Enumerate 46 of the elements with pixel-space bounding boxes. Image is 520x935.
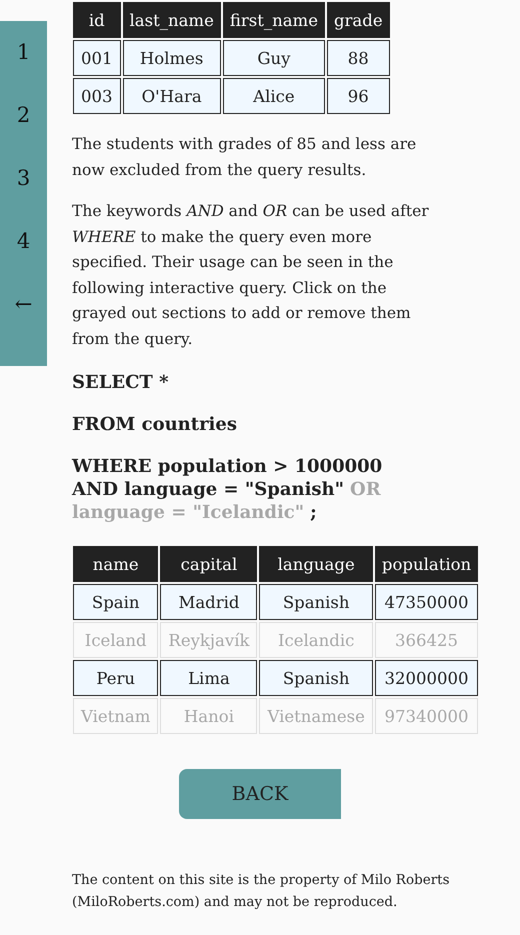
query-clause[interactable]: ; — [310, 501, 317, 524]
table-cell: Alice — [222, 78, 325, 114]
column-header: capital — [160, 546, 258, 582]
table-cell: 32000000 — [374, 660, 478, 696]
back-button[interactable]: BACK — [179, 769, 341, 819]
table-cell: Holmes — [122, 40, 221, 76]
paragraph-text: The keywords AND and OR can be used after WHERE to make the query even more specified. Their usage can be seen in the following interactive query. Click on the grayed out sections to add or remove them from the query. — [72, 201, 430, 350]
table-cell: Spain — [73, 584, 158, 620]
column-header: language — [259, 546, 373, 582]
column-header: id — [73, 2, 120, 38]
sidebar-link[interactable]: 2 — [0, 102, 47, 165]
sidebar-link[interactable]: 1 — [0, 39, 47, 102]
table-cell: 001 — [73, 40, 120, 76]
table-cell: 003 — [73, 78, 120, 114]
table-cell: Guy — [222, 40, 325, 76]
column-header: name — [73, 546, 158, 582]
column-header: grade — [326, 2, 390, 38]
table-cell: O'Hara — [122, 78, 221, 114]
sidebar-link[interactable]: 3 — [0, 165, 47, 228]
sidebar-link[interactable]: ← — [0, 291, 47, 354]
table-cell: Vietnamese — [259, 698, 373, 734]
table-cell: Peru — [73, 660, 158, 696]
table-cell: 88 — [326, 40, 390, 76]
table-cell: 96 — [326, 78, 390, 114]
column-header: first_name — [222, 2, 325, 38]
table-cell: Reykjavík — [160, 622, 258, 658]
paragraph-text: The students with grades of 85 and less are now excluded from the query results. — [72, 134, 418, 180]
query-clause[interactable]: FROM countries — [72, 413, 237, 436]
table-cell: 97340000 — [374, 698, 478, 734]
column-header: last_name — [122, 2, 221, 38]
table-cell: Icelandic — [259, 622, 373, 658]
footer-text: The content on this site is the property of Milo Roberts (MiloRoberts.com) and may not be reproduced. — [72, 871, 451, 912]
query-clause[interactable]: WHERE population > 1000000 — [72, 455, 382, 478]
query-clause[interactable]: AND language = "Spanish" — [72, 478, 344, 501]
table-cell: Spanish — [259, 660, 373, 696]
sidebar-link[interactable]: 4 — [0, 228, 47, 291]
table-cell: 366425 — [374, 622, 478, 658]
table-cell: Iceland — [73, 622, 158, 658]
table-cell: 47350000 — [374, 584, 478, 620]
table-cell: Madrid — [160, 584, 258, 620]
table-cell: Spanish — [259, 584, 373, 620]
query-clause[interactable]: SELECT * — [72, 371, 168, 394]
table-cell: Hanoi — [160, 698, 258, 734]
table-cell: Lima — [160, 660, 258, 696]
table-cell: Vietnam — [73, 698, 158, 734]
column-header: population — [374, 546, 478, 582]
